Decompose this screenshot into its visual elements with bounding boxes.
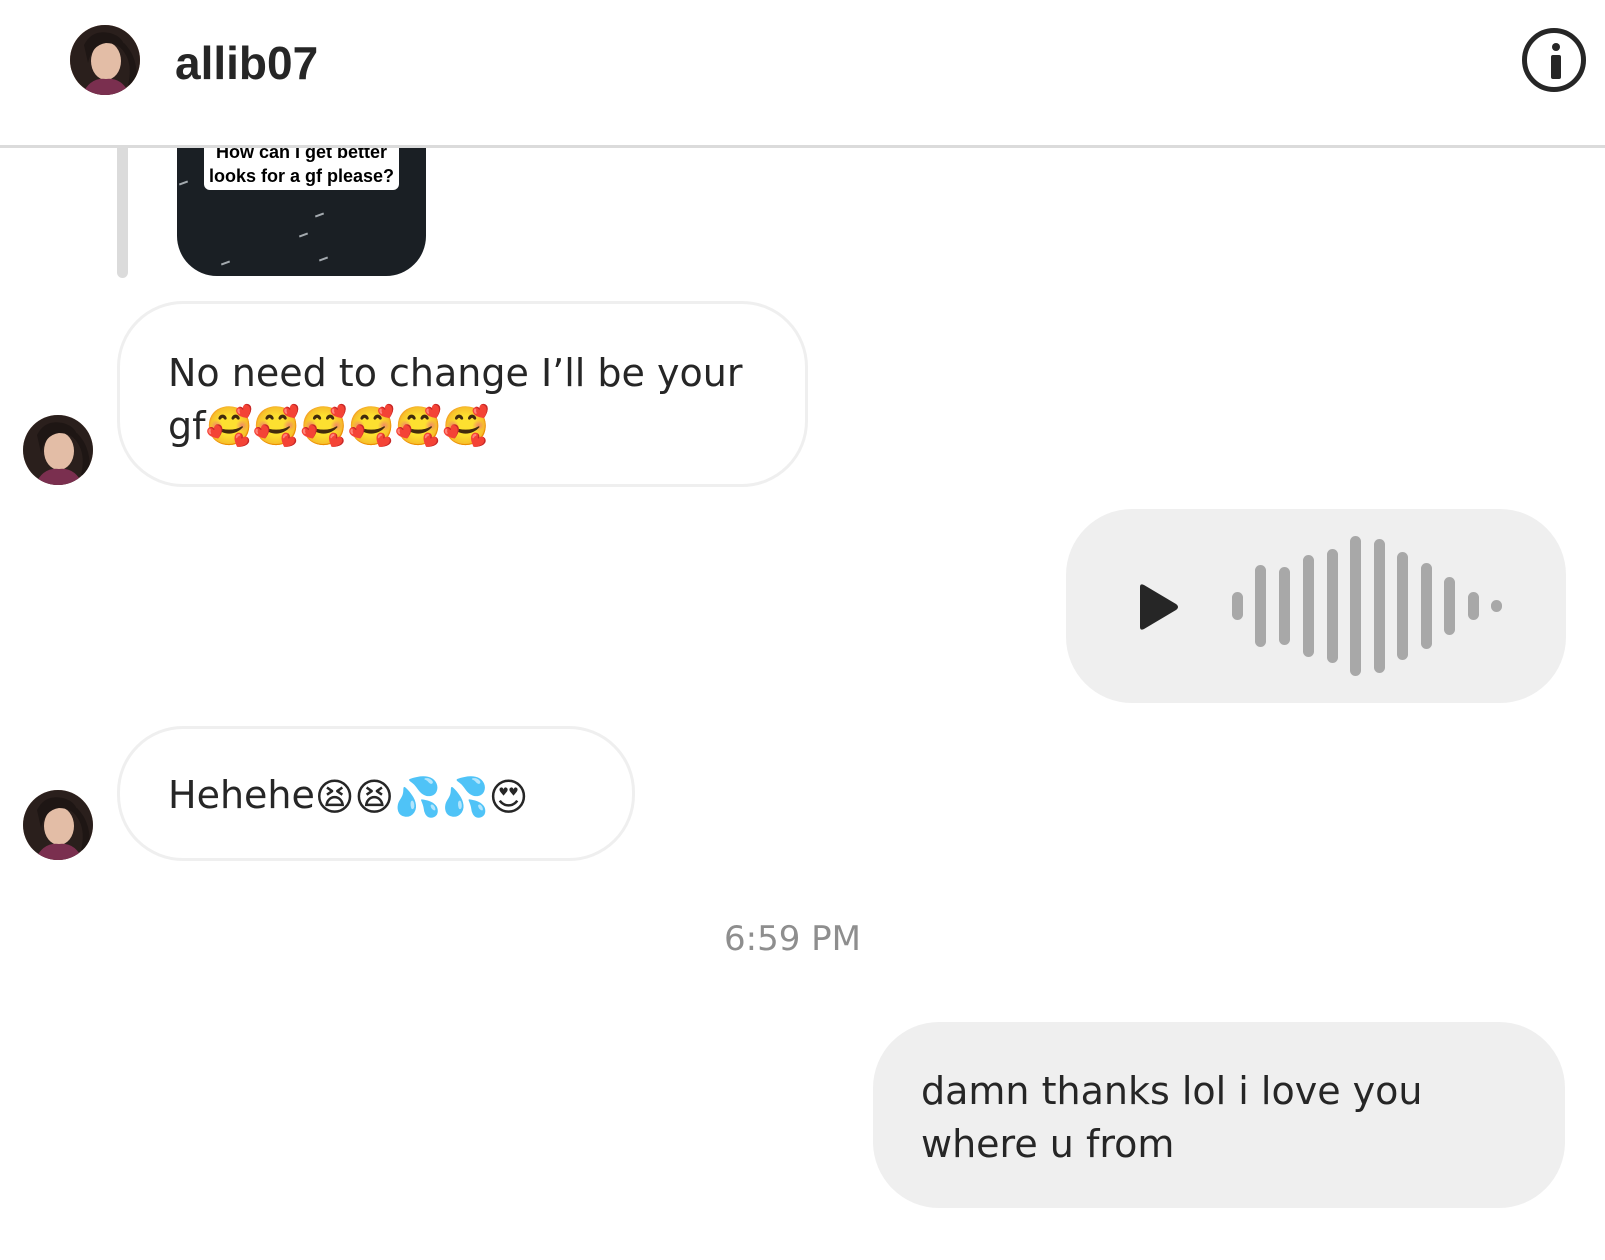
story-reply-thumbnail[interactable]: How can I get better looks for a gf plea… — [177, 148, 426, 276]
voice-waveform[interactable] — [1232, 509, 1512, 703]
conversation-header: allib07 — [0, 0, 1605, 148]
outgoing-message[interactable]: damn thanks lol i love you where u from — [873, 1022, 1565, 1208]
voice-message[interactable] — [1066, 509, 1566, 703]
conversation-username[interactable]: allib07 — [175, 32, 318, 94]
avatar-photo — [70, 25, 140, 95]
waveform-bar — [1444, 577, 1455, 635]
story-speck — [298, 232, 309, 238]
sender-avatar[interactable] — [23, 415, 93, 485]
story-caption: How can I get better looks for a gf plea… — [204, 148, 399, 190]
info-icon-stem — [1551, 55, 1561, 79]
play-icon[interactable] — [1136, 583, 1180, 631]
emoji-tired-face: 😫 — [354, 775, 395, 819]
waveform-bar — [1350, 536, 1361, 676]
message-timestamp: 6:59 PM — [724, 919, 861, 959]
message-text: damn thanks lol i love you where u from — [921, 1069, 1423, 1166]
incoming-message[interactable]: No need to change I’ll be your gf🥰🥰🥰🥰🥰🥰 — [117, 301, 808, 487]
emoji-heart-eyes: 😍 — [488, 775, 529, 819]
message-text: Hehehe — [168, 773, 315, 817]
info-icon-dot — [1552, 43, 1560, 51]
story-speck — [318, 256, 329, 262]
emoji-row: 😫😫💦💦😍 — [315, 771, 529, 824]
story-speck — [314, 212, 325, 218]
waveform-bar — [1374, 539, 1385, 673]
emoji-sweat-droplets: 💦 — [394, 775, 442, 819]
reply-indicator-bar — [117, 148, 128, 278]
header-avatar[interactable] — [70, 25, 140, 95]
waveform-bar — [1491, 600, 1502, 612]
waveform-bar — [1468, 592, 1479, 620]
sender-avatar[interactable] — [23, 790, 93, 860]
waveform-bar — [1303, 555, 1314, 657]
story-speck — [178, 180, 189, 186]
story-speck — [220, 260, 231, 266]
info-icon[interactable] — [1522, 28, 1586, 92]
waveform-bar — [1232, 592, 1243, 620]
avatar-photo — [23, 790, 93, 860]
waveform-bar — [1397, 552, 1408, 660]
message-text: No need to change I’ll be your gf🥰🥰🥰🥰🥰🥰 — [168, 351, 743, 448]
avatar-photo — [23, 415, 93, 485]
emoji-tired-face: 😫 — [314, 775, 355, 819]
waveform-bar — [1279, 567, 1290, 645]
incoming-message[interactable]: Hehehe😫😫💦💦😍 — [117, 726, 635, 861]
waveform-bar — [1255, 565, 1266, 647]
waveform-bar — [1327, 549, 1338, 663]
emoji-sweat-droplets: 💦 — [441, 775, 489, 819]
waveform-bar — [1421, 563, 1432, 649]
